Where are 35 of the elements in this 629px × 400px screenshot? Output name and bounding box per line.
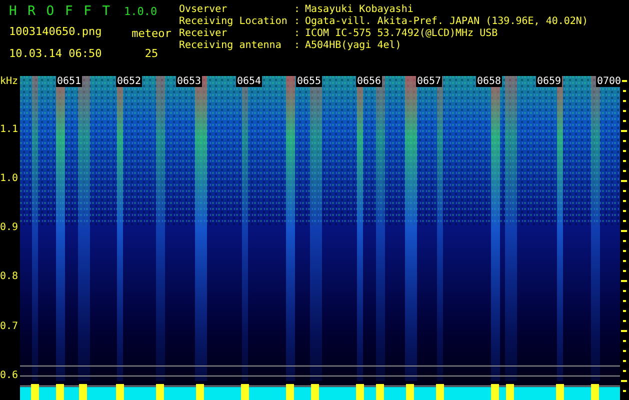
info-separator: :	[294, 4, 302, 16]
info-label: Receiver	[179, 28, 228, 40]
date-time: 10.03.14 06:50	[9, 46, 103, 62]
meteor-count: 25	[144, 46, 160, 62]
info-separator: :	[294, 28, 302, 40]
info-separator: :	[294, 40, 302, 52]
axis-label: 0.7	[0, 320, 20, 334]
info-value: A504HB(yagi 4el)	[305, 40, 402, 52]
info-label: Ovserver	[179, 4, 228, 16]
axis-unit: kHz	[0, 76, 20, 89]
app-version: 1.0.0	[124, 4, 158, 20]
meteor-label: meteor	[130, 26, 172, 42]
time-label: 0700	[596, 76, 622, 87]
time-label: 0651	[56, 76, 82, 87]
axis-label: 0.8	[0, 270, 20, 284]
axis-label: 1.1	[0, 122, 20, 137]
info-value: ICOM IC-575 53.7492(@LCD)MHz USB	[305, 28, 499, 40]
axis-label: 1.0	[0, 172, 20, 186]
info-value: Ogata-vill. Akita-Pref. JAPAN (139.96E, 40.02N)	[305, 16, 588, 28]
time-label: 0654	[236, 76, 262, 87]
axis-label: 0.9	[0, 221, 20, 236]
info-value: Masayuki Kobayashi	[305, 4, 414, 16]
time-label: 0658	[476, 76, 502, 87]
info-separator: :	[294, 16, 302, 28]
time-label: 0655	[296, 76, 322, 87]
axis-label: 0.6	[0, 368, 20, 383]
time-label: 0659	[536, 76, 562, 87]
time-label: 0656	[356, 76, 382, 87]
file-name: 1003140650.png	[9, 24, 103, 40]
time-label: 0652	[116, 76, 142, 87]
time-label: 0653	[176, 76, 202, 87]
app-title: H R O F F T	[9, 3, 110, 21]
time-label: 0657	[416, 76, 442, 87]
info-label: Receiving Location	[179, 16, 288, 28]
info-label: Receiving antenna	[179, 40, 282, 52]
